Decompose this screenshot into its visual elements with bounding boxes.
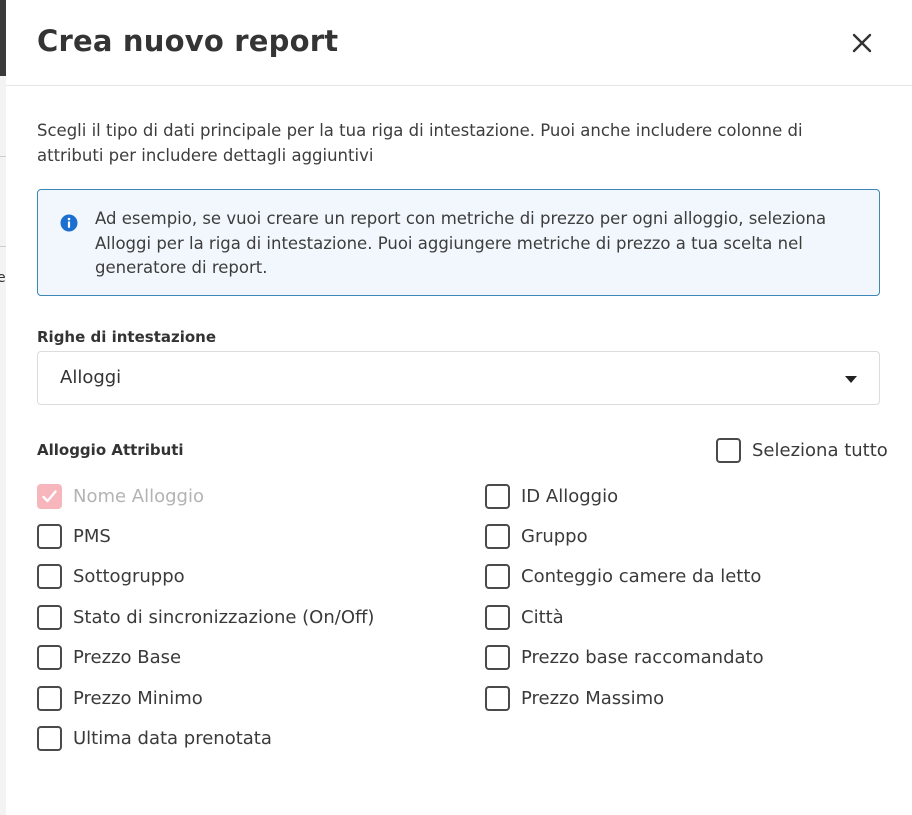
checkbox-box[interactable] — [37, 523, 62, 549]
background-text-fragment: i — [0, 626, 1, 642]
background-text-fragment: i — [0, 346, 1, 362]
attribute-checkbox-prezzo-minimo[interactable]: Prezzo Minimo — [37, 685, 203, 711]
checkbox-box[interactable] — [485, 563, 510, 589]
background-text-fragment: i — [0, 718, 1, 734]
drawer-header: Crea nuovo report — [6, 0, 912, 86]
attribute-label: PMS — [73, 525, 111, 547]
attribute-checkbox-nome-alloggio[interactable]: Nome Alloggio — [37, 483, 204, 509]
attribute-label: Prezzo Base — [73, 646, 182, 668]
header-rows-select[interactable]: Alloggi — [37, 351, 880, 405]
info-icon — [60, 214, 78, 232]
attribute-label: Prezzo Minimo — [73, 687, 203, 709]
select-all-label: Seleziona tutto — [752, 439, 888, 461]
create-report-drawer: Crea nuovo report Scegli il tipo di dati… — [6, 0, 912, 815]
checkbox-box[interactable] — [716, 437, 741, 463]
checkbox-box[interactable] — [485, 685, 510, 711]
attribute-label: Nome Alloggio — [73, 485, 205, 507]
attribute-label: Conteggio camere da letto — [521, 565, 762, 587]
close-icon — [852, 33, 872, 53]
checkbox-box[interactable] — [37, 483, 62, 509]
close-button[interactable] — [848, 29, 876, 57]
checkbox-box[interactable] — [37, 685, 62, 711]
intro-text: Scegli il tipo di dati principale per la… — [37, 121, 803, 165]
attribute-checkbox-prezzo-massimo[interactable]: Prezzo Massimo — [485, 685, 664, 711]
attribute-checkbox-prezzo-base-raccomandato[interactable]: Prezzo base raccomandato — [485, 644, 764, 670]
attribute-checkbox-ultima-data-prenotata[interactable]: Ultima data prenotata — [37, 725, 272, 751]
attribute-checkbox-sottogruppo[interactable]: Sottogruppo — [37, 563, 185, 589]
checkbox-box[interactable] — [37, 563, 62, 589]
info-callout: Ad esempio, se vuoi creare un report con… — [37, 189, 880, 296]
checkbox-box[interactable] — [485, 483, 510, 509]
drawer-title: Crea nuovo report — [37, 24, 339, 58]
attribute-label: Prezzo base raccomandato — [521, 646, 764, 668]
attribute-checkbox-stato-sincronizzazione[interactable]: Stato di sincronizzazione (On/Off) — [37, 604, 374, 630]
checkbox-box[interactable] — [485, 523, 510, 549]
attribute-label: Città — [521, 606, 564, 628]
attribute-label: Stato di sincronizzazione (On/Off) — [73, 606, 375, 628]
attribute-checkbox-pms[interactable]: PMS — [37, 523, 111, 549]
attribute-checkbox-conteggio-camere[interactable]: Conteggio camere da letto — [485, 563, 761, 589]
attribute-checkbox-gruppo[interactable]: Gruppo — [485, 523, 588, 549]
attribute-label: Prezzo Massimo — [521, 687, 665, 709]
checkbox-box[interactable] — [37, 644, 62, 670]
background-text-fragment: e — [0, 270, 6, 286]
checkbox-box[interactable] — [485, 644, 510, 670]
header-rows-label: Righe di intestazione — [37, 328, 217, 346]
header-rows-selected-value: Alloggi — [60, 367, 122, 388]
background-text-fragment: i — [0, 534, 1, 550]
attribute-label: Sottogruppo — [73, 565, 185, 587]
attribute-checkbox-citta[interactable]: Città — [485, 604, 564, 630]
attribute-label: ID Alloggio — [521, 485, 619, 507]
attribute-checkbox-prezzo-base[interactable]: Prezzo Base — [37, 644, 181, 670]
checkbox-box[interactable] — [37, 725, 62, 751]
info-text: Ad esempio, se vuoi creare un report con… — [95, 209, 827, 277]
check-icon — [42, 489, 57, 502]
attribute-label: Gruppo — [521, 525, 588, 547]
checkbox-box[interactable] — [485, 604, 510, 630]
select-all-checkbox[interactable]: Seleziona tutto — [716, 437, 888, 463]
caret-down-icon — [845, 376, 857, 383]
attribute-checkbox-id-alloggio[interactable]: ID Alloggio — [485, 483, 618, 509]
attributes-section-title: Alloggio Attributi — [37, 441, 184, 459]
checkbox-box[interactable] — [37, 604, 62, 630]
attribute-label: Ultima data prenotata — [73, 727, 272, 749]
